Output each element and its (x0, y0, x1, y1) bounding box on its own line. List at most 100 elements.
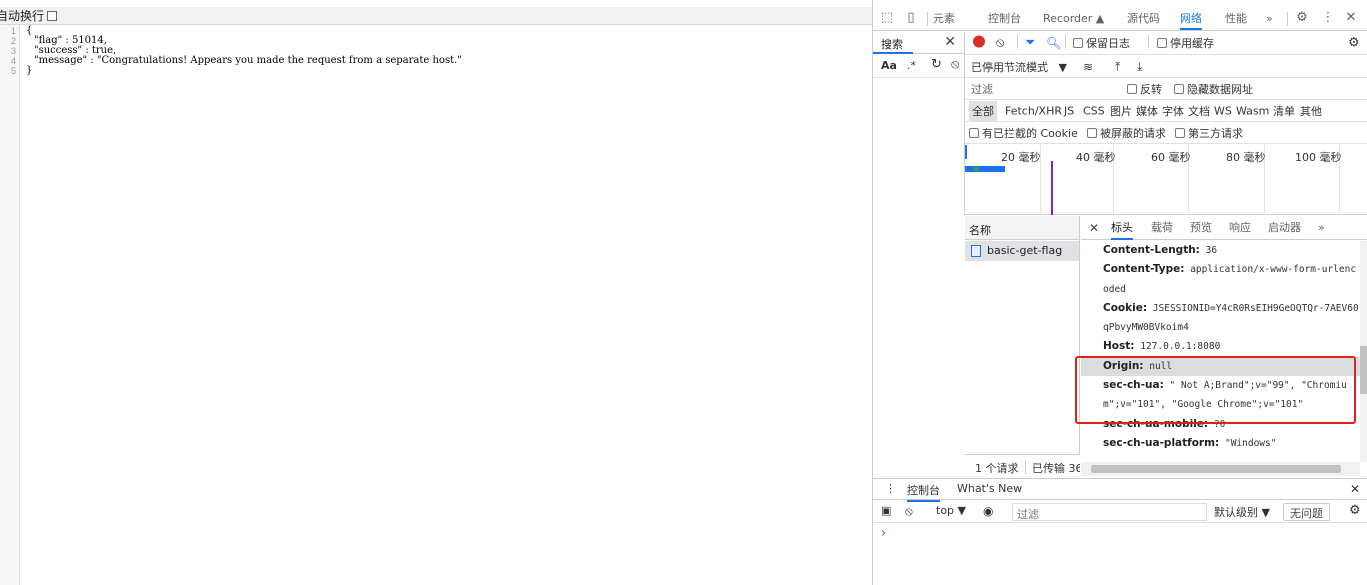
tab-more-details[interactable]: » (1318, 216, 1325, 240)
header-row: Cookie: JSESSIONID=Y4cR0RsEIH9GeOQTQr-7A… (1081, 299, 1360, 338)
type-filter-media[interactable]: 媒体 (1136, 103, 1158, 119)
issues-button[interactable]: 无问题 (1283, 503, 1330, 521)
request-list-header: 名称 (965, 216, 1079, 240)
export-har-icon[interactable]: ⤓ (1137, 59, 1142, 74)
clear-icon[interactable]: ⦸ (951, 57, 959, 72)
divider (1025, 460, 1026, 474)
inspect-element-icon[interactable]: ⬚ (879, 10, 895, 26)
console-toolbar: ▣ ⦸ top ▼ ◉ 过滤 默认级别 ▼ 无问题 ⚙ (873, 501, 1367, 523)
close-search-icon[interactable]: ✕ (944, 34, 956, 50)
type-filter-js[interactable]: JS (1064, 105, 1074, 118)
gear-icon[interactable]: ⚙ (1294, 10, 1310, 26)
blocked-requests-checkbox[interactable]: 被屏蔽的请求 (1087, 125, 1166, 141)
invert-checkbox[interactable]: 反转 (1127, 81, 1162, 97)
tab-more[interactable]: » (1266, 7, 1273, 30)
type-filter-fetch[interactable]: Fetch/XHR (1005, 105, 1062, 118)
line-number: 2 (10, 36, 16, 46)
type-filter-all[interactable]: 全部 (969, 101, 997, 121)
close-details-icon[interactable]: ✕ (1089, 216, 1099, 240)
tab-console[interactable]: 控制台 (988, 7, 1021, 30)
context-select[interactable]: top ▼ (936, 504, 966, 517)
search-pane-title[interactable]: 搜索 (881, 36, 903, 52)
tab-response[interactable]: 响应 (1229, 216, 1251, 240)
match-case-button[interactable]: Aa (881, 59, 897, 72)
tab-recorder[interactable]: Recorder ▲ (1043, 7, 1104, 30)
tab-initiator[interactable]: 启动器 (1268, 216, 1301, 240)
log-levels-select[interactable]: 默认级别 ▼ (1214, 504, 1270, 520)
import-har-icon[interactable]: ⤒ (1115, 59, 1120, 74)
timeline-tick-label: 100 毫秒 (1295, 151, 1342, 164)
preserve-log-checkbox[interactable]: 保留日志 (1073, 35, 1130, 51)
type-filter-img[interactable]: 图片 (1110, 103, 1132, 119)
type-filter-doc[interactable]: 文档 (1188, 103, 1210, 119)
kebab-menu-icon[interactable]: ⋮ (1320, 10, 1336, 26)
tab-preview[interactable]: 预览 (1190, 216, 1212, 240)
invert-label: 反转 (1140, 83, 1162, 96)
viewer-toolbar: 自动换行 (0, 7, 872, 25)
third-party-checkbox[interactable]: 第三方请求 (1175, 125, 1243, 141)
type-filter-css[interactable]: CSS (1083, 105, 1105, 118)
header-key: Cookie: (1103, 301, 1148, 314)
type-filter-other[interactable]: 其他 (1300, 103, 1322, 119)
throttling-select[interactable]: 已停用节流模式 ▼ (971, 59, 1067, 75)
tab-headers[interactable]: 标头 (1111, 216, 1133, 240)
tab-sources[interactable]: 源代码 (1127, 7, 1160, 30)
request-headers-list: Content-Length: 36 Content-Type: applica… (1081, 241, 1360, 462)
filter-icon[interactable]: ⏷ (1025, 36, 1035, 51)
refresh-icon[interactable]: ↻ (931, 57, 942, 72)
hide-data-urls-checkbox[interactable]: 隐藏数据网址 (1174, 81, 1253, 97)
header-value: "Windows" (1224, 437, 1277, 449)
device-toolbar-icon[interactable]: ▯ (903, 10, 919, 26)
disable-cache-checkbox[interactable]: 停用缓存 (1157, 35, 1214, 51)
console-settings-gear-icon[interactable]: ⚙ (1349, 503, 1361, 518)
code-line: 2 "flag" : 51014, (0, 36, 107, 47)
request-row[interactable]: basic-get-flag (965, 241, 1079, 261)
timeline-tick-label: 20 毫秒 (1001, 151, 1041, 164)
drawer-tab-whats-new[interactable]: What's New (957, 482, 1022, 495)
type-filter-ws[interactable]: WS (1214, 105, 1232, 118)
close-drawer-icon[interactable]: ✕ (1350, 482, 1360, 496)
record-button[interactable] (973, 35, 985, 51)
type-filter-manifest[interactable]: 清单 (1273, 103, 1295, 119)
header-key: Origin: (1103, 359, 1144, 372)
header-value: null (1149, 360, 1173, 372)
clear-log-icon[interactable]: ⦸ (996, 36, 1004, 51)
horizontal-scrollbar[interactable] (1081, 462, 1360, 476)
network-settings-gear-icon[interactable]: ⚙ (1348, 36, 1360, 51)
clear-console-icon[interactable]: ⦸ (905, 504, 913, 519)
regex-button[interactable]: .* (907, 59, 916, 72)
sidebar-toggle-icon[interactable]: ▣ (881, 504, 891, 517)
tab-elements[interactable]: 元素 (933, 7, 955, 30)
drawer-menu-icon[interactable]: ⋮ (885, 482, 896, 495)
timeline-overview[interactable]: 20 毫秒 40 毫秒 60 毫秒 80 毫秒 100 毫秒 (965, 145, 1367, 215)
tab-performance[interactable]: 性能 (1225, 7, 1247, 30)
console-filter-input[interactable]: 过滤 (1012, 503, 1207, 521)
vertical-scrollbar[interactable] (1360, 241, 1367, 462)
header-row: Content-Length: 36 (1081, 241, 1360, 260)
eye-icon[interactable]: ◉ (983, 504, 993, 518)
type-filter-font[interactable]: 字体 (1162, 103, 1184, 119)
scrollbar-thumb[interactable] (1091, 465, 1341, 473)
search-icon[interactable]: 🔍︎ (1046, 36, 1061, 50)
word-wrap-checkbox[interactable] (47, 11, 58, 21)
network-filter-input[interactable]: 过滤 (971, 81, 993, 97)
close-icon[interactable]: ✕ (1343, 10, 1359, 26)
tab-payload[interactable]: 载荷 (1151, 216, 1173, 240)
filter-row: 过滤 反转 隐藏数据网址 (965, 79, 1367, 100)
header-value: 36 (1205, 245, 1218, 256)
wifi-conditions-icon[interactable]: ≋ (1083, 60, 1093, 74)
blocked-cookies-checkbox[interactable]: 有已拦截的 Cookie (969, 125, 1078, 141)
drawer-tab-console[interactable]: 控制台 (907, 482, 940, 502)
request-count: 1 个请求 (975, 462, 1019, 475)
tab-network[interactable]: 网络 (1180, 7, 1202, 30)
console-prompt[interactable]: › (881, 526, 886, 541)
type-filter-wasm[interactable]: Wasm (1236, 105, 1269, 118)
name-column-header[interactable]: 名称 (969, 222, 991, 238)
divider (1148, 34, 1149, 52)
network-actions-row: ⦸ ⏷ 🔍︎ 保留日志 停用缓存 ⚙ (965, 32, 1367, 55)
code-line: 3 "success" : true, (0, 46, 116, 57)
header-key: Content-Type: (1103, 263, 1185, 276)
line-number: 4 (10, 56, 16, 66)
search-options: Aa .* ↻ ⦸ (873, 54, 964, 78)
scrollbar-thumb[interactable] (1360, 346, 1367, 394)
